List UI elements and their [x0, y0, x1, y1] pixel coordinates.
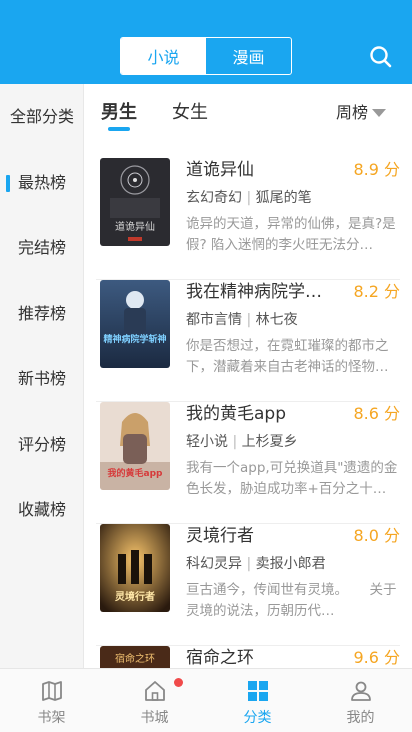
bookshelf-icon [40, 679, 64, 703]
tab-comic[interactable]: 漫画 [206, 38, 291, 74]
book-description: 诡异的天道，异常的仙佛，是真?是假? 陷入迷惘的李火旺无法分… [186, 216, 396, 253]
book-meta: 都市言情 | 林七夜 [186, 312, 298, 328]
book-description: 你是否想过，在霓虹璀璨的都市之下，潜藏着来自古老神话的怪物… [186, 338, 389, 375]
book-cover: 灵境行者 [100, 524, 170, 612]
ranking-content: 男生 女生 周榜 道诡异仙 道诡异仙 8.9 分 玄幻奇幻 | 狐尾的笔 诡异的… [84, 84, 412, 668]
sidebar-item-favorites[interactable]: 收藏榜 [0, 495, 84, 525]
book-item[interactable]: 我的黄毛app 我的黄毛app 8.6 分 轻小说 | 上杉夏乡 我有一个app… [84, 402, 412, 524]
sidebar-item-new-books[interactable]: 新书榜 [0, 364, 84, 394]
nav-label: 书架 [37, 710, 66, 726]
book-meta: 轻小说 | 上杉夏乡 [186, 434, 298, 450]
cover-title-text: 精神病院学斩神 [103, 333, 166, 345]
sidebar-item-hottest[interactable]: 最热榜 [0, 168, 84, 198]
book-author: 上杉夏乡 [241, 434, 298, 450]
sidebar-item-recommended[interactable]: 推荐榜 [0, 299, 84, 329]
book-item[interactable]: 灵境行者 灵境行者 8.0 分 科幻灵异 | 卖报小郎君 亘古通今，传闻世有灵境… [84, 524, 412, 646]
tab-female[interactable]: 女生 [172, 98, 208, 128]
book-score: 8.0 分 [353, 526, 400, 545]
book-score: 8.2 分 [353, 282, 400, 301]
book-item[interactable]: 道诡异仙 道诡异仙 8.9 分 玄幻奇幻 | 狐尾的笔 诡异的天道，异常的仙佛，… [84, 158, 412, 280]
book-author: 林七夜 [255, 312, 298, 328]
nav-bookstore[interactable]: 书城 [103, 669, 206, 732]
book-cover: 我的黄毛app [100, 402, 170, 490]
nav-bookshelf[interactable]: 书架 [0, 669, 103, 732]
book-cover: 宿命之环 [100, 646, 170, 668]
rank-period-label: 周榜 [336, 103, 369, 122]
nav-label: 我的 [346, 710, 375, 726]
book-cover: 道诡异仙 [100, 158, 170, 246]
cover-title-text: 宿命之环 [115, 652, 155, 665]
ranking-sidebar: 全部分类 最热榜 完结榜 推荐榜 新书榜 评分榜 收藏榜 [0, 84, 84, 668]
sidebar-item-all-categories[interactable]: 全部分类 [0, 102, 84, 132]
tab-male[interactable]: 男生 [101, 98, 137, 128]
book-genre: 玄幻奇幻 [186, 190, 242, 206]
book-meta: 玄幻奇幻 | 狐尾的笔 [186, 190, 312, 206]
book-item[interactable]: 宿命之环 宿命之环 9.6 分 [84, 646, 412, 668]
cover-title-text: 我的黄毛app [108, 467, 164, 479]
book-score: 9.6 分 [353, 648, 400, 667]
book-item[interactable]: 精神病院学斩神 我在精神病院学… 8.2 分 都市言情 | 林七夜 你是否想过，… [84, 280, 412, 402]
book-cover: 精神病院学斩神 [100, 280, 170, 368]
nav-label: 分类 [243, 710, 272, 726]
cover-title-text: 灵境行者 [115, 590, 155, 603]
nav-category[interactable]: 分类 [206, 669, 309, 732]
notification-badge [174, 678, 183, 687]
book-description: 亘古通今，传闻世有灵境。 关于灵境的说法，历朝历代… [186, 582, 397, 619]
book-description: 我有一个app,可兑换道具"遗遗的金色长发，胁迫成功率+百分之十… [186, 460, 398, 497]
top-header: 小说 漫画 [0, 0, 412, 84]
book-title: 宿命之环 [186, 648, 254, 668]
cover-title-text: 道诡异仙 [115, 220, 155, 233]
dropdown-arrow-icon [372, 109, 387, 117]
book-title: 道诡异仙 [186, 160, 254, 180]
book-meta: 科幻灵异 | 卖报小郎君 [186, 556, 326, 572]
book-title: 灵境行者 [186, 526, 254, 546]
book-score: 8.9 分 [353, 160, 400, 179]
rank-period-dropdown[interactable]: 周榜 [336, 100, 387, 126]
bottom-navigation: 书架 书城 分类 我的 [0, 668, 412, 732]
book-title: 我的黄毛app [186, 404, 286, 424]
sidebar-item-rating[interactable]: 评分榜 [0, 430, 84, 460]
book-author: 狐尾的笔 [255, 190, 312, 206]
book-title: 我在精神病院学… [186, 282, 322, 302]
home-icon [143, 679, 167, 703]
nav-profile[interactable]: 我的 [309, 669, 412, 732]
book-genre: 轻小说 [186, 434, 228, 450]
tab-novel[interactable]: 小说 [121, 38, 206, 74]
nav-label: 书城 [140, 710, 169, 726]
category-icon [246, 679, 270, 703]
book-genre: 都市言情 [186, 312, 242, 328]
book-author: 卖报小郎君 [255, 556, 326, 572]
book-genre: 科幻灵异 [186, 556, 242, 572]
book-score: 8.6 分 [353, 404, 400, 423]
profile-icon [349, 679, 373, 703]
active-tab-indicator [108, 127, 130, 131]
search-icon[interactable] [368, 44, 394, 70]
sidebar-item-completed[interactable]: 完结榜 [0, 233, 84, 263]
content-type-switch: 小说 漫画 [120, 37, 292, 75]
